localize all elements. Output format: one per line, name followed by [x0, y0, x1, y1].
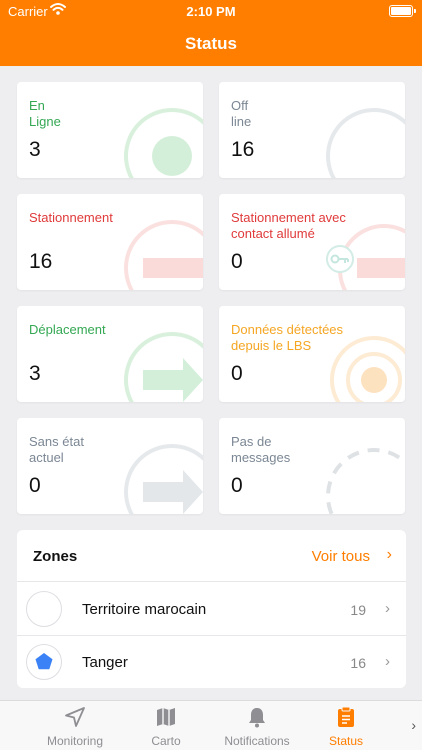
zone-count: 16	[350, 655, 366, 671]
view-all-link[interactable]: Voir tous	[312, 548, 370, 565]
card-label: Off line	[231, 98, 252, 129]
clock: 2:10 PM	[186, 4, 236, 19]
arrow-right-gray-icon	[124, 444, 203, 514]
zones-title: Zones	[33, 548, 78, 565]
card-value: 16	[29, 250, 53, 273]
zones-header: Zones Voir tous ›	[17, 530, 406, 582]
card-no-status[interactable]: Sans état actuel 0	[17, 418, 203, 514]
zone-name: Tanger	[82, 654, 128, 671]
card-value: 0	[231, 250, 243, 273]
tab-status[interactable]: Status	[312, 701, 380, 750]
tab-carto[interactable]: Carto	[130, 701, 202, 750]
zone-row[interactable]: Territoire marocain 19 ›	[17, 583, 406, 636]
pentagon-icon	[26, 644, 62, 680]
card-no-messages[interactable]: Pas de messages 0	[219, 418, 405, 514]
tab-bar: Monitoring Carto Notifications Status ›	[0, 700, 422, 750]
tab-monitoring[interactable]: Monitoring	[34, 701, 116, 750]
online-dot-icon	[124, 108, 203, 178]
chevron-right-icon[interactable]: ›	[411, 717, 416, 733]
tab-notifications[interactable]: Notifications	[212, 701, 302, 750]
card-value: 0	[231, 474, 243, 497]
chevron-right-icon[interactable]: ›	[387, 546, 392, 564]
signal-waves-icon	[330, 336, 405, 402]
zone-row[interactable]: Tanger 16 ›	[17, 636, 406, 689]
zone-name: Territoire marocain	[82, 601, 207, 618]
card-label: Stationnement avec contact allumé	[231, 210, 346, 241]
offline-circle-icon	[326, 108, 405, 178]
card-value: 3	[29, 138, 41, 161]
key-icon	[326, 224, 405, 290]
chevron-right-icon: ›	[385, 653, 390, 670]
card-value: 0	[231, 362, 243, 385]
bell-icon	[249, 708, 265, 728]
card-label: Stationnement	[29, 210, 113, 225]
clipboard-icon	[338, 706, 354, 727]
battery-icon	[389, 5, 416, 17]
card-label: En Ligne	[29, 98, 61, 129]
tab-label: Notifications	[224, 734, 290, 748]
zone-count: 19	[350, 602, 366, 618]
navigation-arrow-icon	[65, 707, 85, 727]
arrow-right-icon	[124, 332, 203, 402]
chevron-right-icon: ›	[385, 600, 390, 617]
card-label: Pas de messages	[231, 434, 291, 465]
status-bar: Carrier 2:10 PM	[0, 0, 422, 22]
nav-bar: Status	[0, 22, 422, 66]
card-value: 16	[231, 138, 255, 161]
stop-bar-icon	[124, 220, 203, 290]
card-offline[interactable]: Off line 16	[219, 82, 405, 178]
map-icon	[157, 708, 175, 726]
card-parking-ignition-on[interactable]: Stationnement avec contact allumé 0	[219, 194, 405, 290]
zones-panel: Zones Voir tous › Territoire marocain 19…	[17, 530, 406, 688]
card-parking[interactable]: Stationnement 16	[17, 194, 203, 290]
page-title: Status	[185, 34, 237, 53]
card-label: Sans état actuel	[29, 434, 84, 465]
tab-label: Status	[328, 734, 364, 748]
card-label: Déplacement	[29, 322, 106, 337]
card-label: Données détectées depuis le LBS	[231, 322, 344, 353]
card-online[interactable]: En Ligne 3	[17, 82, 203, 178]
tab-label: Monitoring	[46, 734, 104, 748]
dashed-circle-icon	[326, 448, 405, 514]
card-lbs-data[interactable]: Données détectées depuis le LBS 0	[219, 306, 405, 402]
card-value: 3	[29, 362, 41, 385]
tab-label: Carto	[151, 734, 181, 748]
card-value: 0	[29, 474, 41, 497]
circle-empty-icon	[26, 591, 62, 627]
card-moving[interactable]: Déplacement 3	[17, 306, 203, 402]
